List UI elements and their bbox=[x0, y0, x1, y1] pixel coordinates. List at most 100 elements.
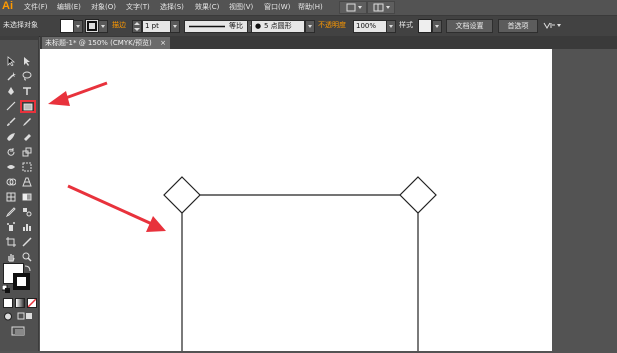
paintbrush-tool[interactable] bbox=[4, 116, 17, 127]
pencil-tool[interactable] bbox=[20, 116, 33, 127]
gradient-mode-button[interactable] bbox=[15, 298, 25, 308]
blob-brush-tool[interactable] bbox=[4, 131, 17, 142]
stroke-label[interactable]: 描边 bbox=[112, 20, 126, 31]
blend-tool[interactable] bbox=[20, 206, 33, 217]
scale-tool[interactable] bbox=[20, 146, 33, 157]
slice-tool[interactable] bbox=[20, 236, 33, 247]
perspective-grid-tool[interactable] bbox=[20, 176, 33, 187]
perspective-grid-icon bbox=[21, 177, 32, 186]
menu-effect[interactable]: 效果(C) bbox=[195, 2, 219, 12]
stroke-dropdown[interactable] bbox=[98, 20, 108, 33]
shape-builder-icon bbox=[6, 178, 16, 185]
hand-tool[interactable] bbox=[4, 251, 17, 262]
magic-wand-tool[interactable] bbox=[4, 70, 17, 81]
bridge-button[interactable] bbox=[339, 1, 367, 14]
preferences-button[interactable]: 首选项 bbox=[498, 19, 538, 33]
none-slash-icon bbox=[28, 299, 36, 307]
lasso-tool[interactable] bbox=[20, 70, 33, 81]
app-logo: Ai bbox=[2, 0, 13, 12]
isolation-icon bbox=[543, 22, 561, 29]
opacity-dropdown[interactable] bbox=[386, 20, 396, 33]
swap-colors-button[interactable] bbox=[24, 264, 32, 272]
eraser-tool[interactable] bbox=[20, 131, 33, 142]
eraser-icon bbox=[23, 133, 31, 141]
selection-status: 未选择对象 bbox=[3, 21, 38, 29]
shape-builder-tool[interactable] bbox=[4, 176, 17, 187]
menu-edit[interactable]: 编辑(E) bbox=[57, 2, 81, 12]
menu-type[interactable]: 文字(T) bbox=[126, 2, 150, 12]
artwork-shape[interactable] bbox=[40, 49, 552, 351]
paintbrush-icon bbox=[6, 116, 16, 126]
brush-dropdown[interactable] bbox=[305, 20, 315, 33]
draw-normal-icon bbox=[4, 312, 12, 321]
menu-window[interactable]: 窗口(W) bbox=[264, 2, 290, 12]
menu-help[interactable]: 帮助(H) bbox=[298, 2, 323, 12]
symbol-sprayer-icon bbox=[6, 221, 15, 231]
width-icon bbox=[6, 164, 15, 169]
brush-dot-icon: ● bbox=[255, 22, 262, 30]
none-mode-button[interactable] bbox=[27, 298, 37, 308]
color-mode-button[interactable] bbox=[3, 298, 13, 308]
scale-icon bbox=[22, 147, 31, 156]
menu-file[interactable]: 文件(F) bbox=[24, 2, 48, 12]
gradient-tool[interactable] bbox=[20, 191, 33, 202]
artboard-tool[interactable] bbox=[4, 236, 17, 247]
draw-mode-button[interactable] bbox=[17, 312, 34, 321]
stroke-weight-stepper[interactable] bbox=[132, 20, 142, 33]
screen-mode-button[interactable] bbox=[9, 326, 27, 337]
eyedropper-tool[interactable] bbox=[4, 206, 17, 217]
rectangle-icon bbox=[23, 103, 33, 110]
width-tool[interactable] bbox=[4, 161, 17, 172]
artboard-icon bbox=[5, 236, 16, 247]
symbol-sprayer-tool[interactable] bbox=[4, 221, 17, 232]
brush-definition[interactable]: ● 5 点圆形 bbox=[251, 20, 305, 33]
opacity-label[interactable]: 不透明度 bbox=[318, 20, 346, 31]
stepper-arrows-icon bbox=[134, 22, 140, 31]
stroke-color-indicator[interactable] bbox=[13, 273, 30, 290]
screen-mode-icon bbox=[11, 326, 25, 336]
eyedropper-icon bbox=[5, 206, 16, 217]
pen-tool[interactable] bbox=[4, 85, 17, 96]
rotate-tool[interactable] bbox=[4, 146, 17, 157]
stroke-weight-input[interactable]: 1 pt bbox=[142, 20, 172, 33]
artboard-canvas[interactable] bbox=[40, 49, 552, 351]
free-transform-tool[interactable] bbox=[20, 161, 33, 172]
default-colors-button[interactable] bbox=[1, 284, 10, 293]
rectangle-tool[interactable] bbox=[20, 100, 36, 113]
menu-object[interactable]: 对象(O) bbox=[91, 2, 116, 12]
document-setup-button[interactable]: 文档设置 bbox=[446, 19, 493, 33]
draw-normal-button[interactable] bbox=[3, 312, 13, 321]
zoom-icon bbox=[22, 252, 32, 262]
blend-icon bbox=[22, 207, 31, 216]
line-segment-tool[interactable] bbox=[4, 100, 17, 111]
arrange-documents-button[interactable] bbox=[367, 1, 395, 14]
document-tab-title: 未标题-1* @ 150% (CMYK/预览) bbox=[45, 39, 152, 47]
menu-select[interactable]: 选择(S) bbox=[160, 2, 184, 12]
selection-tool[interactable] bbox=[4, 55, 17, 66]
bridge-icon bbox=[346, 3, 362, 12]
type-tool[interactable] bbox=[20, 85, 33, 96]
free-transform-icon bbox=[22, 162, 31, 171]
variable-width-profile[interactable]: 等比 bbox=[184, 20, 248, 33]
direct-selection-tool[interactable] bbox=[20, 55, 33, 66]
mesh-tool[interactable] bbox=[4, 191, 17, 202]
panel-grip[interactable] bbox=[0, 36, 38, 40]
menu-view[interactable]: 视图(V) bbox=[229, 2, 253, 12]
magic-wand-icon bbox=[6, 71, 16, 81]
zoom-tool[interactable] bbox=[20, 251, 33, 262]
stroke-weight-dropdown[interactable] bbox=[170, 20, 180, 33]
stroke-swatch[interactable] bbox=[85, 19, 99, 33]
profile-line-icon bbox=[189, 25, 225, 28]
style-dropdown[interactable] bbox=[432, 20, 442, 33]
opacity-input[interactable]: 100% bbox=[353, 20, 387, 33]
fill-swatch[interactable] bbox=[60, 19, 74, 33]
close-tab-icon[interactable]: × bbox=[160, 37, 166, 49]
fill-dropdown[interactable] bbox=[73, 20, 83, 33]
draw-mode-icon bbox=[17, 312, 32, 320]
line-segment-icon bbox=[6, 101, 15, 110]
slice-icon bbox=[21, 236, 32, 247]
column-graph-tool[interactable] bbox=[20, 221, 33, 232]
document-tab[interactable]: 未标题-1* @ 150% (CMYK/预览) × bbox=[42, 37, 170, 49]
style-swatch[interactable] bbox=[418, 19, 432, 33]
isolation-button[interactable] bbox=[542, 20, 562, 31]
